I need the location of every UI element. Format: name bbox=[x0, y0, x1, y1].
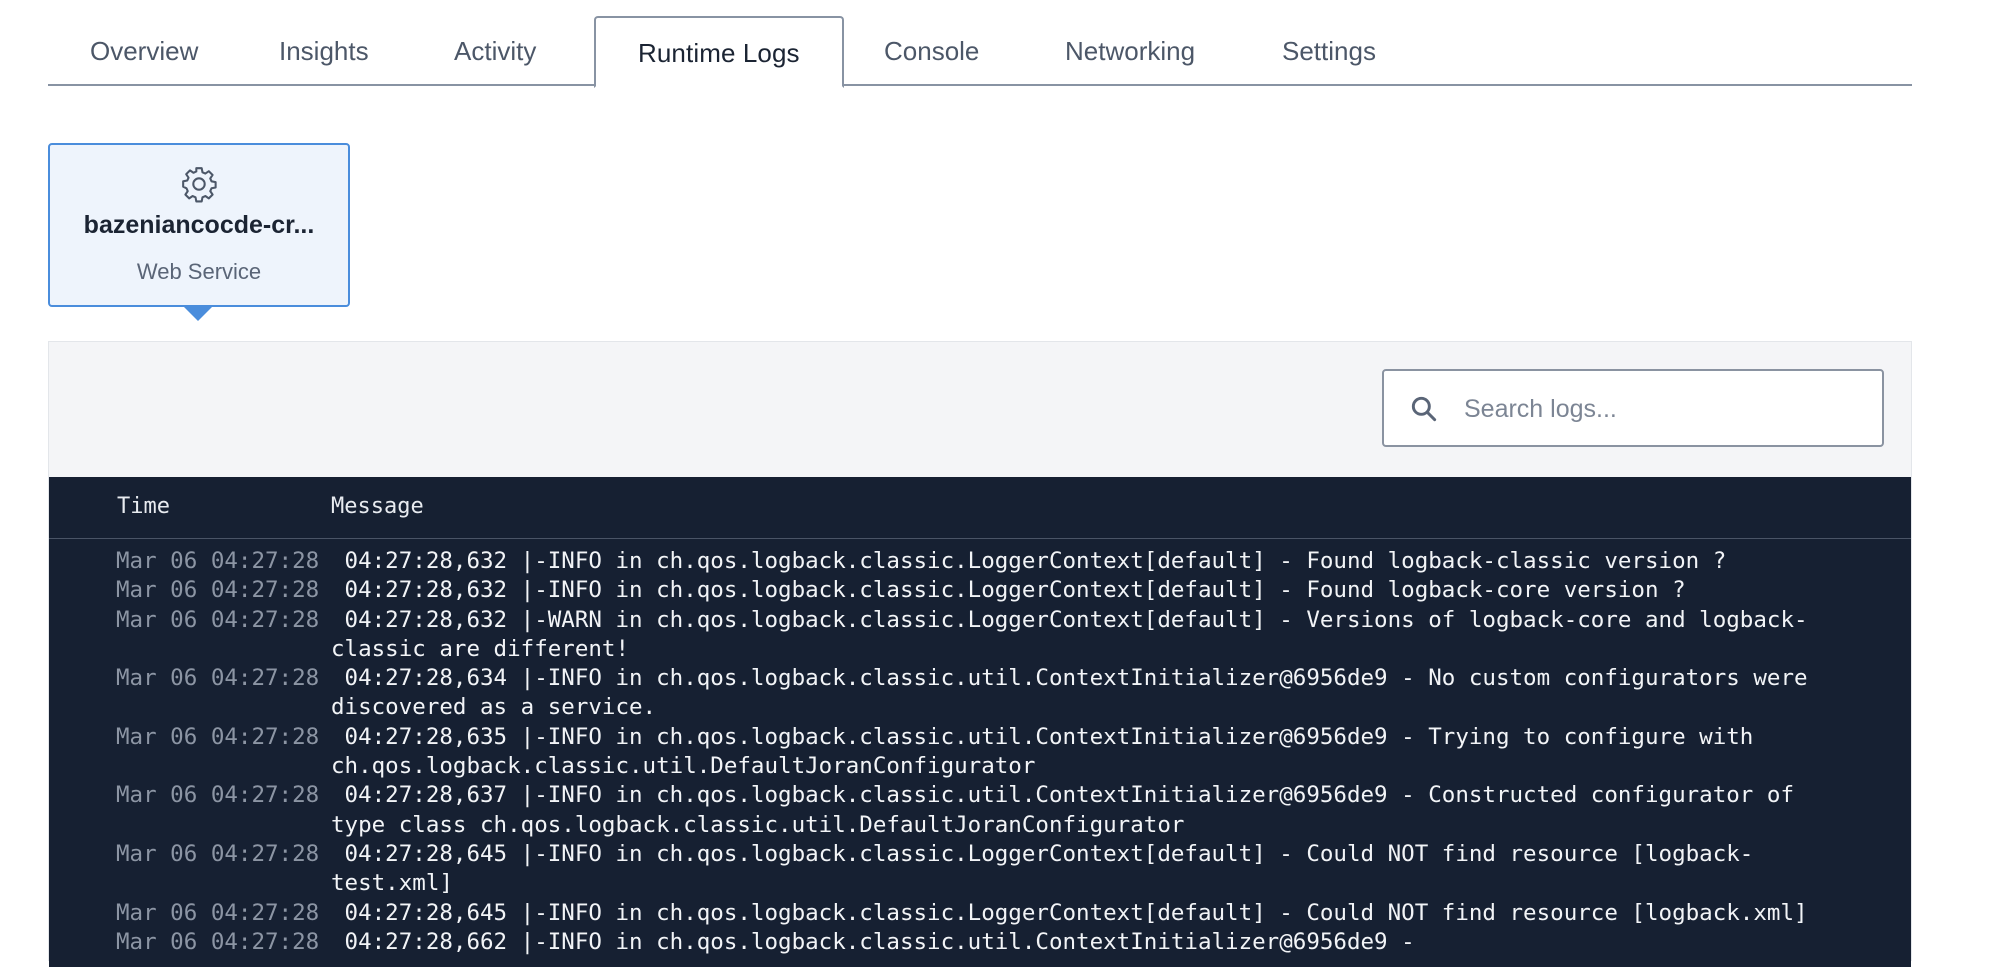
service-card[interactable]: bazeniancocde-cr... Web Service bbox=[48, 143, 350, 307]
tab-bar: Overview Insights Activity Runtime Logs … bbox=[48, 16, 1912, 88]
column-header-time: Time bbox=[117, 494, 170, 519]
log-time: Mar 06 04:27:28 bbox=[116, 665, 320, 692]
log-row: Mar 06 04:27:28 04:27:28,634 |-INFO in c… bbox=[49, 664, 1911, 723]
log-message: 04:27:28,632 |-INFO in ch.qos.logback.cl… bbox=[331, 577, 1686, 604]
log-message: 04:27:28,632 |-INFO in ch.qos.logback.cl… bbox=[331, 548, 1727, 574]
log-time: Mar 06 04:27:28 bbox=[116, 606, 320, 633]
log-time: Mar 06 04:27:28 bbox=[116, 899, 320, 926]
column-header-message: Message bbox=[331, 494, 424, 519]
tab-insights[interactable]: Insights bbox=[237, 16, 411, 86]
search-icon bbox=[1411, 396, 1437, 422]
log-row: Mar 06 04:27:28 04:27:28,637 |-INFO in c… bbox=[49, 781, 1911, 840]
log-row: Mar 06 04:27:28 04:27:28,635 |-INFO in c… bbox=[49, 723, 1911, 782]
log-time: Mar 06 04:27:28 bbox=[116, 840, 320, 867]
tab-activity[interactable]: Activity bbox=[412, 16, 578, 86]
search-box[interactable] bbox=[1382, 369, 1884, 447]
selected-indicator bbox=[183, 306, 213, 321]
tab-settings[interactable]: Settings bbox=[1240, 16, 1418, 86]
log-time: Mar 06 04:27:28 bbox=[116, 577, 320, 604]
log-message: 04:27:28,645 |-INFO in ch.qos.logback.cl… bbox=[331, 899, 1808, 926]
gear-icon bbox=[182, 167, 217, 203]
tab-console[interactable]: Console bbox=[842, 16, 1021, 86]
log-table-header: Time Message bbox=[49, 477, 1911, 539]
tab-runtime-logs[interactable]: Runtime Logs bbox=[594, 16, 844, 88]
log-message: 04:27:28,635 |-INFO in ch.qos.logback.cl… bbox=[331, 723, 1754, 780]
log-message: 04:27:28,632 |-WARN in ch.qos.logback.cl… bbox=[331, 606, 1808, 662]
service-type: Web Service bbox=[136, 259, 262, 284]
tab-networking[interactable]: Networking bbox=[1023, 16, 1237, 86]
log-row: Mar 06 04:27:28 04:27:28,645 |-INFO in c… bbox=[49, 840, 1911, 899]
service-name: bazeniancocde-cr... bbox=[83, 211, 315, 239]
log-row: Mar 06 04:27:28 04:27:28,645 |-INFO in c… bbox=[49, 899, 1911, 928]
log-message: 04:27:28,645 |-INFO in ch.qos.logback.cl… bbox=[331, 840, 1754, 897]
log-viewer[interactable]: Time Message Mar 06 04:27:28 04:27:28,63… bbox=[49, 477, 1911, 967]
log-row: Mar 06 04:27:28 04:27:28,632 |-WARN in c… bbox=[49, 606, 1911, 665]
log-time: Mar 06 04:27:28 bbox=[116, 723, 320, 750]
log-time: Mar 06 04:27:28 bbox=[116, 782, 320, 809]
log-row: Mar 06 04:27:28 04:27:28,632 |-INFO in c… bbox=[49, 576, 1911, 605]
search-input[interactable] bbox=[1462, 385, 1866, 433]
log-message: 04:27:28,637 |-INFO in ch.qos.logback.cl… bbox=[331, 782, 1794, 838]
log-message: 04:27:28,634 |-INFO in ch.qos.logback.cl… bbox=[331, 665, 1808, 721]
tab-overview[interactable]: Overview bbox=[48, 16, 240, 86]
log-list: Mar 06 04:27:28 04:27:28,632 |-INFO in c… bbox=[49, 547, 1911, 957]
log-row: Mar 06 04:27:28 04:27:28,632 |-INFO in c… bbox=[49, 547, 1911, 576]
logs-panel: Time Message Mar 06 04:27:28 04:27:28,63… bbox=[48, 341, 1912, 967]
log-time: Mar 06 04:27:28 bbox=[116, 548, 320, 574]
